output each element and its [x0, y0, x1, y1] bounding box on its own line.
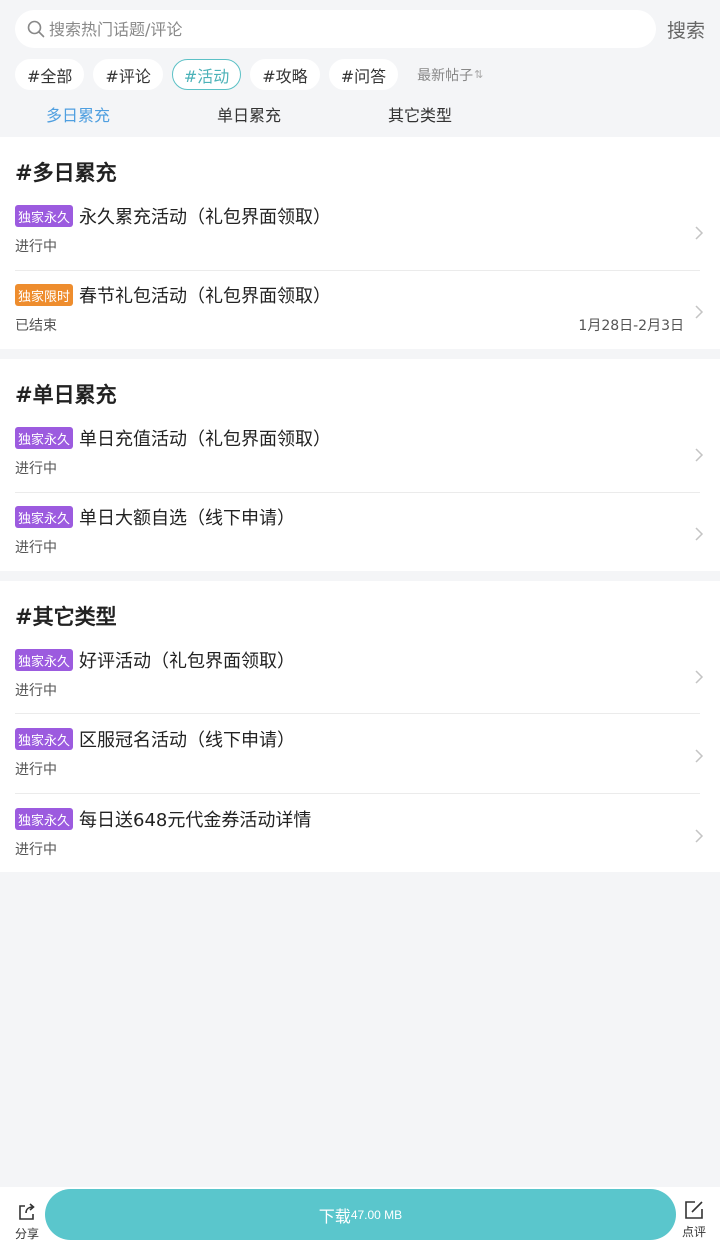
chip-all[interactable]: #全部	[15, 59, 85, 90]
badge-permanent: 独家永久	[15, 808, 74, 830]
topic-chips: #全部 #评论 #活动 #攻略 #问答 最新帖子 ⇅	[15, 59, 483, 90]
item-status: 进行中	[15, 461, 57, 477]
sort-arrows-icon: ⇅	[474, 68, 484, 81]
tab-other[interactable]: 其它类型	[388, 102, 452, 126]
chip-qa[interactable]: #问答	[328, 59, 399, 90]
section-title: #单日累充	[15, 383, 117, 407]
review-button[interactable]: 点评	[680, 1199, 708, 1240]
chip-comments[interactable]: #评论	[93, 59, 163, 90]
download-size: 47.00 MB	[350, 1207, 403, 1222]
section-multi-day: #多日累充 独家永久 永久累充活动（礼包界面领取） 进行中 独家限时 春节礼包活…	[0, 137, 720, 349]
chevron-right-icon	[695, 670, 704, 684]
chevron-right-icon	[695, 527, 704, 541]
share-label: 分享	[14, 1227, 39, 1241]
badge-permanent: 独家永久	[15, 427, 74, 449]
item-title: 单日大额自选（线下申请）	[79, 508, 296, 529]
divider	[15, 793, 700, 794]
search-button[interactable]: 搜索	[667, 16, 705, 43]
bottom-action-bar: 分享 下载 47.00 MB 点评	[0, 1187, 720, 1247]
section-title: #其它类型	[15, 605, 117, 629]
item-title: 区服冠名活动（线下申请）	[79, 730, 296, 751]
badge-permanent: 独家永久	[15, 649, 74, 671]
item-date: 1月28日-2月3日	[578, 318, 684, 334]
download-label: 下载	[318, 1208, 351, 1226]
list-item[interactable]: 独家永久 好评活动（礼包界面领取） 进行中	[0, 647, 720, 726]
chip-activities[interactable]: #活动	[171, 59, 242, 90]
section-title: #多日累充	[15, 161, 117, 185]
section-other: #其它类型 独家永久 好评活动（礼包界面领取） 进行中 独家永久 区服冠名活动（…	[0, 581, 720, 872]
item-status: 进行中	[15, 239, 57, 255]
item-status: 进行中	[15, 683, 57, 699]
divider	[15, 270, 700, 271]
chevron-right-icon	[695, 226, 704, 240]
top-bar: 搜索 #全部 #评论 #活动 #攻略 #问答 最新帖子 ⇅ 多日累充 单日累充 …	[0, 0, 720, 137]
badge-limited: 独家限时	[15, 284, 74, 306]
chevron-right-icon	[695, 305, 704, 319]
edit-icon	[685, 1201, 703, 1219]
tab-multi-day[interactable]: 多日累充	[46, 102, 110, 126]
item-title: 春节礼包活动（礼包界面领取）	[79, 286, 332, 307]
share-icon	[19, 1203, 35, 1220]
item-status: 已结束	[15, 318, 57, 334]
badge-permanent: 独家永久	[15, 506, 74, 528]
item-title: 永久累充活动（礼包界面领取）	[79, 207, 332, 228]
list-item[interactable]: 独家永久 单日大额自选（线下申请） 进行中	[0, 504, 720, 583]
share-button[interactable]: 分享	[13, 1201, 41, 1242]
search-row: 搜索	[15, 10, 705, 48]
category-tabs: 多日累充 单日累充 其它类型	[0, 102, 720, 130]
sort-label: 最新帖子	[417, 67, 474, 84]
download-button[interactable]: 下载 47.00 MB	[45, 1189, 676, 1240]
divider	[15, 492, 700, 493]
item-status: 进行中	[15, 842, 57, 858]
divider	[15, 713, 700, 714]
list-item[interactable]: 独家限时 春节礼包活动（礼包界面领取） 已结束 1月28日-2月3日	[0, 282, 720, 361]
review-label: 点评	[681, 1225, 706, 1239]
item-title: 每日送648元代金券活动详情	[79, 810, 312, 831]
badge-permanent: 独家永久	[15, 205, 74, 227]
chevron-right-icon	[695, 749, 704, 763]
search-icon	[27, 20, 45, 38]
search-input[interactable]	[49, 19, 609, 39]
item-title: 好评活动（礼包界面领取）	[79, 651, 296, 672]
search-box[interactable]	[15, 10, 656, 48]
chevron-right-icon	[695, 448, 704, 462]
chip-guides[interactable]: #攻略	[250, 59, 320, 90]
sort-dropdown[interactable]: 最新帖子 ⇅	[417, 65, 483, 85]
badge-permanent: 独家永久	[15, 728, 74, 750]
chevron-right-icon	[695, 829, 704, 843]
list-item[interactable]: 独家永久 每日送648元代金券活动详情 进行中	[0, 806, 720, 885]
tab-single-day[interactable]: 单日累充	[217, 102, 281, 126]
item-status: 进行中	[15, 540, 57, 556]
item-title: 单日充值活动（礼包界面领取）	[79, 429, 332, 450]
section-single-day: #单日累充 独家永久 单日充值活动（礼包界面领取） 进行中 独家永久 单日大额自…	[0, 359, 720, 571]
item-status: 进行中	[15, 762, 57, 778]
